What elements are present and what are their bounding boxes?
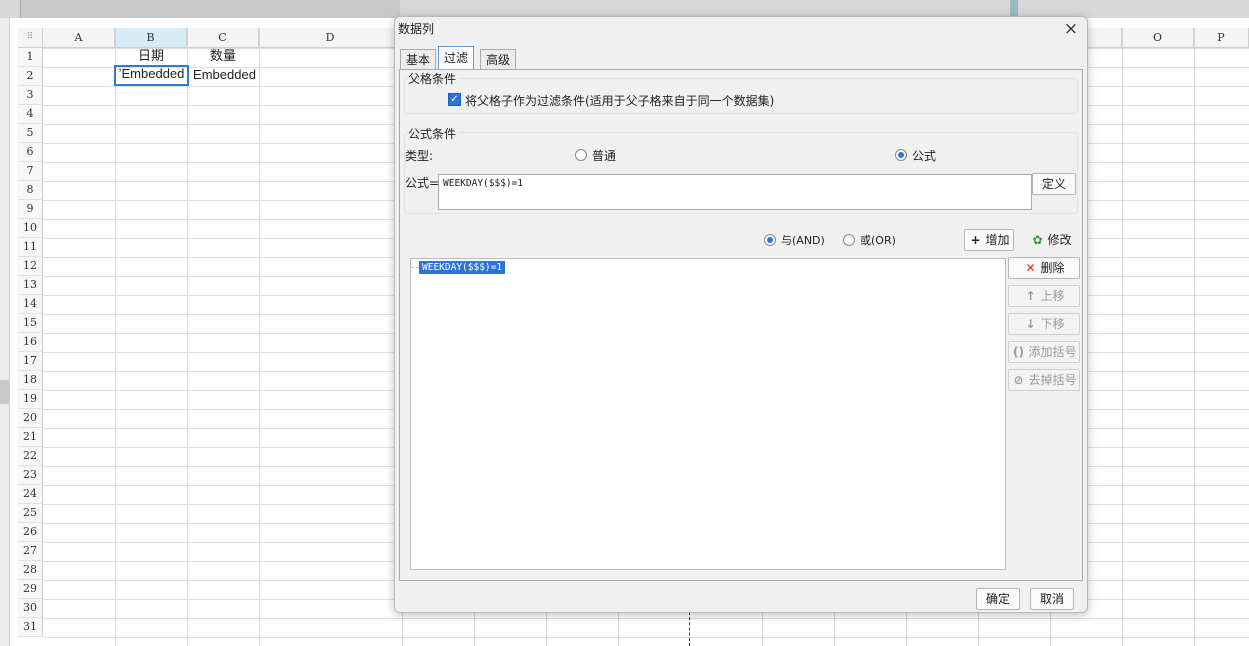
column-header-p[interactable]: P bbox=[1194, 28, 1249, 48]
row-header[interactable]: 11 bbox=[18, 238, 43, 257]
row-header[interactable]: 1 bbox=[18, 48, 43, 67]
row-header[interactable]: 5 bbox=[18, 124, 43, 143]
row-header[interactable]: 30 bbox=[18, 599, 43, 618]
formula-bar-area bbox=[20, 0, 400, 18]
row-header[interactable]: 6 bbox=[18, 143, 43, 162]
row-header[interactable]: 28 bbox=[18, 561, 43, 580]
row-header[interactable]: 31 bbox=[18, 618, 43, 637]
row-header[interactable]: 8 bbox=[18, 181, 43, 200]
page-break-line bbox=[689, 612, 690, 646]
formula-label: 公式= bbox=[405, 176, 440, 190]
parent-condition-title: 父格条件 bbox=[408, 70, 460, 87]
row-header[interactable]: 27 bbox=[18, 542, 43, 561]
radio-normal-label: 普通 bbox=[592, 149, 617, 163]
row-header[interactable]: 12 bbox=[18, 257, 43, 276]
formula-condition-title: 公式条件 bbox=[408, 125, 460, 142]
select-all-corner[interactable]: ⠿ bbox=[18, 28, 43, 48]
row-header[interactable]: 15 bbox=[18, 314, 43, 333]
remove-bracket-icon: ⊘ bbox=[1013, 373, 1024, 387]
type-label: 类型: bbox=[405, 149, 434, 163]
tab-basic[interactable]: 基本 bbox=[400, 49, 437, 70]
left-panel-edge bbox=[0, 18, 10, 646]
row-header[interactable]: 9 bbox=[18, 200, 43, 219]
column-header-b[interactable]: B bbox=[115, 28, 187, 48]
formula-input[interactable]: WEEKDAY($$$)=1 bbox=[438, 174, 1032, 210]
radio-formula-label: 公式 bbox=[912, 149, 937, 163]
row-header[interactable]: 21 bbox=[18, 428, 43, 447]
move-down-button[interactable]: ↓ 下移 bbox=[1008, 313, 1080, 335]
row-header[interactable]: 24 bbox=[18, 485, 43, 504]
condition-list-item[interactable]: WEEKDAY($$$)=1 bbox=[419, 261, 506, 274]
row-header[interactable]: 25 bbox=[18, 504, 43, 523]
radio-or-label: 或(OR) bbox=[860, 234, 896, 247]
row-header[interactable]: 29 bbox=[18, 580, 43, 599]
cell-b2-selected[interactable]: ʼEmbedded bbox=[114, 65, 189, 86]
tab-filter[interactable]: 过滤 bbox=[438, 46, 475, 70]
row-header[interactable]: 4 bbox=[18, 105, 43, 124]
panel-splitter-handle[interactable] bbox=[0, 380, 9, 404]
parent-filter-checkbox[interactable]: ✓ bbox=[448, 93, 461, 106]
radio-and[interactable] bbox=[764, 234, 776, 246]
row-header[interactable]: 3 bbox=[18, 86, 43, 105]
ok-button[interactable]: 确定 bbox=[976, 588, 1020, 610]
row-header[interactable]: 13 bbox=[18, 276, 43, 295]
column-header-c[interactable]: C bbox=[187, 28, 259, 48]
arrow-up-icon: ↑ bbox=[1025, 289, 1036, 303]
data-column-dialog: 数据列 × 基本 过滤 高级 父格条件 ✓ 将父格子作为过滤条件(适用于父子格来… bbox=[394, 16, 1088, 613]
column-header-n[interactable] bbox=[1088, 28, 1122, 48]
radio-or[interactable] bbox=[843, 234, 855, 246]
add-bracket-button[interactable]: () 添加括号 bbox=[1008, 341, 1080, 363]
arrow-down-icon: ↓ bbox=[1025, 317, 1036, 331]
radio-normal[interactable] bbox=[575, 149, 587, 161]
row-header[interactable]: 14 bbox=[18, 295, 43, 314]
row-header[interactable]: 2 bbox=[18, 67, 43, 86]
condition-list[interactable]: WEEKDAY($$$)=1 bbox=[410, 258, 1006, 570]
row-header[interactable]: 19 bbox=[18, 390, 43, 409]
row-header[interactable]: 7 bbox=[18, 162, 43, 181]
row-header[interactable]: 22 bbox=[18, 447, 43, 466]
define-button[interactable]: 定义 bbox=[1032, 173, 1076, 195]
move-up-button[interactable]: ↑ 上移 bbox=[1008, 285, 1080, 307]
delete-button[interactable]: ✕ 删除 bbox=[1008, 257, 1080, 279]
modify-icon: ✿ bbox=[1032, 233, 1043, 247]
row-header[interactable]: 26 bbox=[18, 523, 43, 542]
row-header[interactable]: 20 bbox=[18, 409, 43, 428]
cell-c2[interactable]: Embedded bbox=[187, 66, 262, 85]
add-bracket-icon: () bbox=[1013, 345, 1024, 359]
row-header[interactable]: 10 bbox=[18, 219, 43, 238]
column-header-o[interactable]: O bbox=[1122, 28, 1194, 48]
column-header-a[interactable]: A bbox=[43, 28, 115, 48]
radio-formula[interactable] bbox=[895, 149, 907, 161]
row-header[interactable]: 23 bbox=[18, 466, 43, 485]
cell-c1[interactable]: 数量 bbox=[187, 47, 259, 66]
remove-bracket-button[interactable]: ⊘ 去掉括号 bbox=[1008, 369, 1080, 391]
parent-filter-label: 将父格子作为过滤条件(适用于父子格来自于同一个数据集) bbox=[465, 94, 775, 108]
tab-advanced[interactable]: 高级 bbox=[480, 49, 517, 70]
plus-icon: + bbox=[970, 233, 981, 247]
filter-panel: 父格条件 ✓ 将父格子作为过滤条件(适用于父子格来自于同一个数据集) 公式条件 … bbox=[399, 69, 1083, 581]
cancel-button[interactable]: 取消 bbox=[1030, 588, 1074, 610]
cell-b1[interactable]: 日期 bbox=[115, 47, 187, 66]
close-icon[interactable]: × bbox=[1061, 19, 1081, 39]
delete-icon: ✕ bbox=[1025, 261, 1036, 275]
add-button[interactable]: + 增加 bbox=[964, 229, 1014, 251]
radio-and-label: 与(AND) bbox=[781, 234, 825, 247]
dialog-title: 数据列 bbox=[398, 22, 435, 36]
modify-button[interactable]: ✿ 修改 bbox=[1026, 229, 1076, 251]
row-header[interactable]: 17 bbox=[18, 352, 43, 371]
row-header[interactable]: 16 bbox=[18, 333, 43, 352]
row-header[interactable]: 18 bbox=[18, 371, 43, 390]
column-header-d[interactable]: D bbox=[259, 28, 402, 48]
